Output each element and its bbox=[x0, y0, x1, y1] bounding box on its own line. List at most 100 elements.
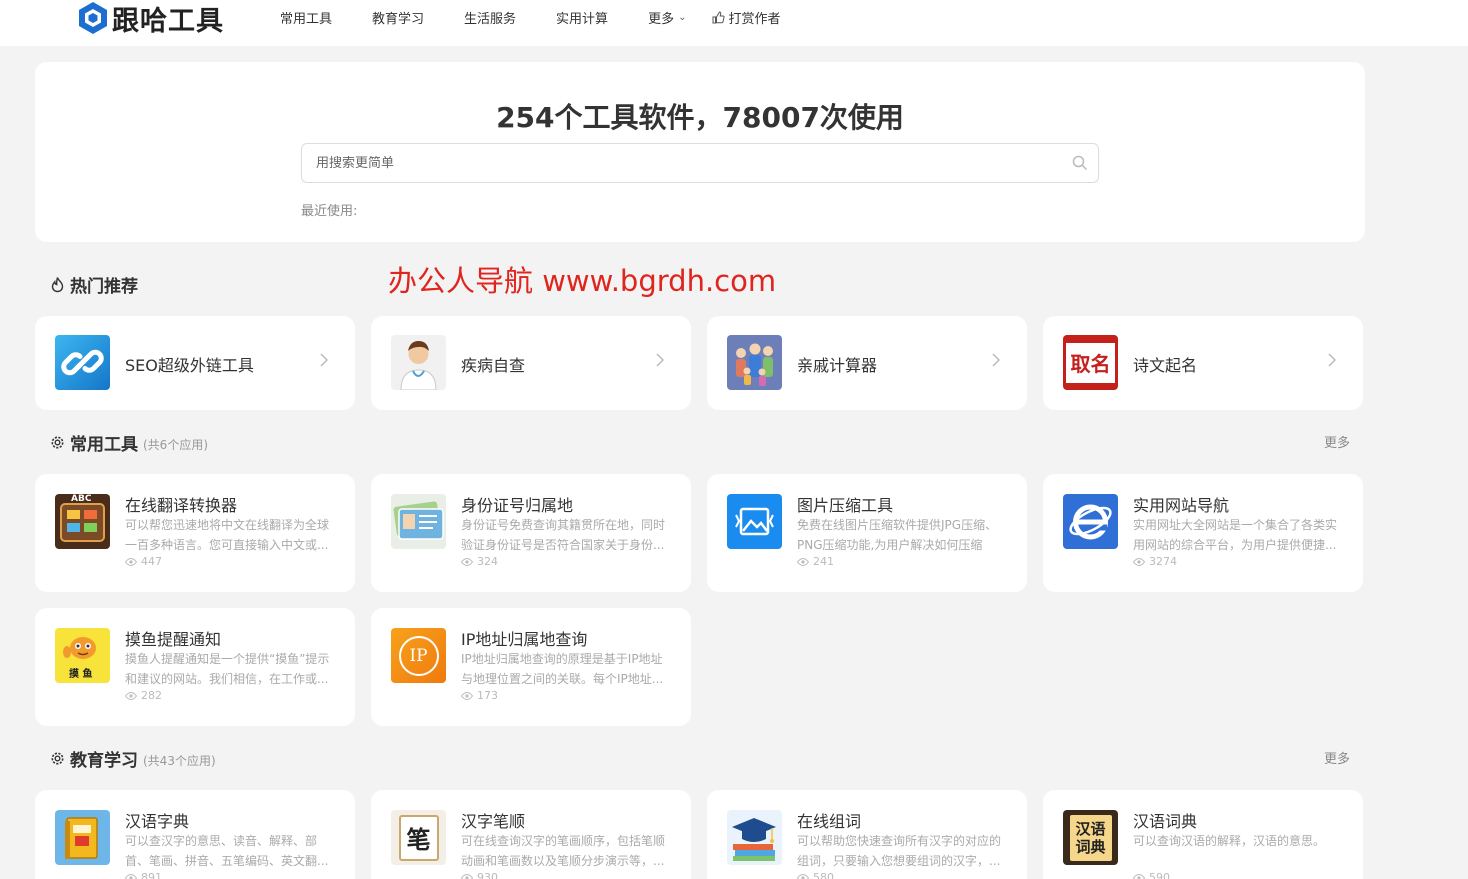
cidian-icon: 汉语 词典 bbox=[1063, 810, 1118, 865]
stroke-glyph: 笔 bbox=[406, 825, 431, 854]
view-count-value: 324 bbox=[477, 555, 498, 568]
tool-card-name: 在线翻译转换器 bbox=[125, 496, 238, 515]
view-count-value: 930 bbox=[477, 871, 498, 879]
translate-icon: ABC bbox=[55, 494, 110, 549]
hot-card-relative-calc[interactable]: 亲戚计算器 bbox=[707, 316, 1027, 410]
image-compress-icon bbox=[727, 494, 782, 549]
logo-text: 跟哈工具 bbox=[112, 5, 224, 37]
tool-card-desc: 可在线查询汉字的笔画顺序，包括笔顺动画和笔画数以及笔顺分步演示等，... bbox=[461, 834, 666, 868]
tool-card-name: 实用网站导航 bbox=[1133, 496, 1230, 515]
common-section-header: 常用工具 (共6个应用) bbox=[49, 430, 208, 455]
search-input[interactable] bbox=[316, 155, 1072, 171]
tool-card-image-compress[interactable]: 图片压缩工具 免费在线图片压缩软件提供JPG压缩、PNG压缩功能,为用户解决如何… bbox=[707, 474, 1027, 592]
tool-card-chinese-dictionary[interactable]: 汉语字典 可以查汉字的意思、读音、解释、部首、笔画、拼音、五笔编码、英文翻...… bbox=[35, 790, 355, 879]
eye-icon bbox=[461, 873, 473, 879]
chevron-right-icon bbox=[992, 353, 1001, 367]
tool-card-name: 摸鱼提醒通知 bbox=[125, 630, 222, 649]
tool-card-ip-lookup[interactable]: IP IP地址归属地查询 IP地址归属地查询的原理是基于IP地址与地理位置之间的… bbox=[371, 608, 691, 726]
cidian-glyph-top: 汉语 bbox=[1075, 819, 1106, 838]
view-count: 930 bbox=[461, 871, 498, 879]
tool-card-desc: 摸鱼人提醒通知是一个提供“摸鱼”提示和建议的网站。我们相信，在工作或... bbox=[125, 652, 330, 686]
nav-more-dropdown[interactable]: 更多 ⌄ bbox=[648, 8, 686, 27]
tool-card-slacking-reminder[interactable]: 摸 鱼 摸鱼提醒通知 摸鱼人提醒通知是一个提供“摸鱼”提示和建议的网站。我们相信… bbox=[35, 608, 355, 726]
nav-common-tools[interactable]: 常用工具 bbox=[280, 8, 332, 27]
common-more-link[interactable]: 更多 bbox=[1324, 432, 1350, 451]
view-count-value: 3274 bbox=[1149, 555, 1177, 568]
fish-icon: 摸 鱼 bbox=[55, 628, 110, 683]
translate-glyph: ABC bbox=[71, 494, 92, 504]
eye-icon bbox=[125, 873, 137, 879]
dictionary-icon bbox=[55, 810, 110, 865]
gear-icon bbox=[51, 752, 64, 765]
tool-card-word-grouping[interactable]: 在线组词 可以帮助您快速查询所有汉字的对应的组词，只要输入您想要组词的汉字，..… bbox=[707, 790, 1027, 879]
search-icon[interactable] bbox=[1072, 155, 1088, 171]
eye-icon bbox=[797, 557, 809, 566]
tool-card-desc: 可以查询汉语的解释，汉语的意思。 bbox=[1133, 834, 1326, 848]
site-logo[interactable]: 跟哈工具 bbox=[77, 0, 224, 37]
hot-section-header: 热门推荐 bbox=[49, 272, 138, 297]
view-count: 580 bbox=[797, 871, 834, 879]
family-icon bbox=[727, 335, 782, 390]
eye-icon bbox=[1133, 873, 1145, 879]
tool-card-name: 身份证号归属地 bbox=[461, 496, 574, 515]
eye-icon bbox=[125, 557, 137, 566]
nav-education[interactable]: 教育学习 bbox=[372, 8, 424, 27]
eye-icon bbox=[1133, 557, 1145, 566]
view-count: 891 bbox=[125, 871, 162, 879]
id-card-icon bbox=[391, 494, 446, 549]
naming-glyph-left: 取 bbox=[1070, 352, 1091, 376]
graduation-icon bbox=[727, 810, 782, 865]
gear-icon bbox=[51, 436, 64, 449]
tool-card-name: 汉字笔顺 bbox=[461, 812, 526, 831]
tool-card-id-lookup[interactable]: 身份证号归属地 身份证号免费查询其籍贯所在地，同时验证身份证号是否符合国家关于身… bbox=[371, 474, 691, 592]
view-count: 590 bbox=[1133, 871, 1170, 879]
hot-card-seo[interactable]: SEO超级外链工具 bbox=[35, 316, 355, 410]
eye-icon bbox=[797, 873, 809, 879]
thumbs-up-icon bbox=[712, 11, 725, 24]
search-box[interactable] bbox=[301, 143, 1099, 183]
edu-section-title: 教育学习 bbox=[70, 751, 138, 771]
tool-card-name: 汉语词典 bbox=[1133, 812, 1198, 831]
stroke-order-icon: 笔 bbox=[391, 810, 446, 865]
nav-reward-author[interactable]: 打赏作者 bbox=[712, 8, 780, 27]
chevron-right-icon bbox=[1328, 353, 1337, 367]
nav-life-services[interactable]: 生活服务 bbox=[464, 8, 516, 27]
view-count: 447 bbox=[125, 555, 162, 568]
view-count: 3274 bbox=[1133, 555, 1177, 568]
tool-card-desc: IP地址归属地查询的原理是基于IP地址与地理位置之间的关联。每个IP地址... bbox=[461, 652, 664, 686]
chevron-down-icon: ⌄ bbox=[678, 12, 687, 23]
doctor-icon bbox=[391, 335, 446, 390]
browser-icon bbox=[1063, 494, 1118, 549]
hot-card-disease-check[interactable]: 疾病自查 bbox=[371, 316, 691, 410]
common-section-title: 常用工具 bbox=[70, 435, 138, 455]
hot-section-title: 热门推荐 bbox=[70, 277, 138, 297]
top-navbar: 跟哈工具 常用工具 教育学习 生活服务 实用计算 更多 ⌄ 打赏作者 bbox=[0, 0, 1468, 46]
ip-icon: IP bbox=[391, 628, 446, 683]
naming-icon: 取名 bbox=[1063, 335, 1118, 390]
page-title: 254个工具软件，78007次使用 bbox=[496, 101, 904, 134]
common-section-count: (共6个应用) bbox=[143, 437, 208, 452]
view-count: 324 bbox=[461, 555, 498, 568]
tool-card-chinese-cidian[interactable]: 汉语 词典 汉语词典 可以查询汉语的解释，汉语的意思。 590 bbox=[1043, 790, 1363, 879]
hero-panel: 254个工具软件，78007次使用 最近使用: bbox=[35, 62, 1365, 242]
nav-more-label: 更多 bbox=[648, 12, 675, 27]
tool-card-stroke-order[interactable]: 笔 汉字笔顺 可在线查询汉字的笔画顺序，包括笔顺动画和笔画数以及笔顺分步演示等，… bbox=[371, 790, 691, 879]
edu-more-link[interactable]: 更多 bbox=[1324, 748, 1350, 767]
view-count: 241 bbox=[797, 555, 834, 568]
tool-card-name: 图片压缩工具 bbox=[797, 496, 894, 515]
eye-icon bbox=[461, 557, 473, 566]
tool-card-desc: 免费在线图片压缩软件提供JPG压缩、PNG压缩功能,为用户解决如何压缩图... bbox=[797, 518, 998, 552]
tool-card-translator[interactable]: ABC 在线翻译转换器 可以帮您迅速地将中文在线翻译为全球一百多种语言。您可直接… bbox=[35, 474, 355, 592]
tool-card-desc: 可以帮助您快速查询所有汉字的对应的组词，只要输入您想要组词的汉字，... bbox=[797, 834, 1002, 868]
tool-card-desc: 可以查汉字的意思、读音、解释、部首、笔画、拼音、五笔编码、英文翻... bbox=[125, 834, 329, 868]
view-count-value: 282 bbox=[141, 689, 162, 702]
tool-card-desc: 可以帮您迅速地将中文在线翻译为全球一百多种语言。您可直接输入中文或... bbox=[125, 518, 330, 552]
hot-card-poetry-naming[interactable]: 取名 诗文起名 bbox=[1043, 316, 1363, 410]
nav-calculators[interactable]: 实用计算 bbox=[556, 8, 608, 27]
tool-card-site-nav[interactable]: 实用网站导航 实用网址大全网站是一个集合了各类实用网站的综合平台，为用户提供便捷… bbox=[1043, 474, 1363, 592]
eye-icon bbox=[125, 691, 137, 700]
edu-section-count: (共43个应用) bbox=[143, 753, 216, 768]
cidian-glyph-bottom: 词典 bbox=[1075, 837, 1106, 856]
chevron-right-icon bbox=[320, 353, 329, 367]
chevron-right-icon bbox=[656, 353, 665, 367]
